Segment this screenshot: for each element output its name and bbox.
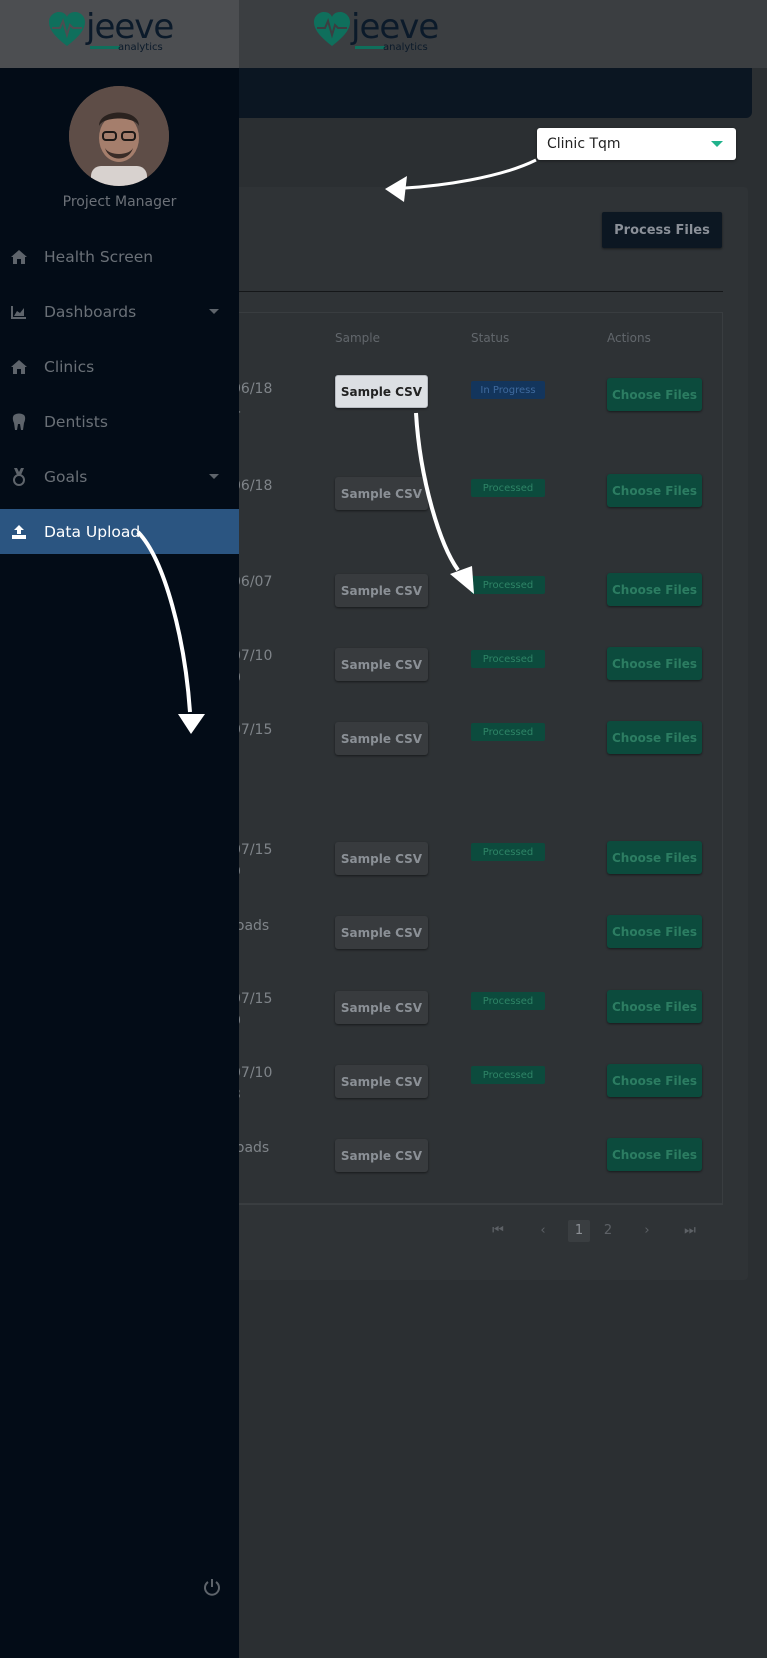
last-page-icon[interactable]: ⏭ xyxy=(682,1220,698,1242)
sample-csv-button[interactable]: Sample CSV xyxy=(335,648,428,681)
choose-files-button[interactable]: Choose Files xyxy=(607,990,702,1023)
logo-sub: analytics xyxy=(383,42,428,53)
sidebar-item-data-upload[interactable]: Data Upload xyxy=(0,509,239,554)
col-header-status: Status xyxy=(471,331,510,345)
choose-files-button[interactable]: Choose Files xyxy=(607,474,702,507)
col-header-sample: Sample xyxy=(335,331,380,345)
chevron-down-icon xyxy=(209,474,219,479)
user-avatar-icon xyxy=(69,86,169,186)
choose-files-button[interactable]: Choose Files xyxy=(607,915,702,948)
heart-logo-icon xyxy=(49,12,85,46)
sidebar-item-goals[interactable]: Goals xyxy=(0,455,239,499)
sample-csv-button[interactable]: Sample CSV xyxy=(335,991,428,1024)
status-badge: Processed xyxy=(471,723,545,741)
tooth-icon xyxy=(10,413,28,431)
sidebar-item-clinics[interactable]: Clinics xyxy=(0,345,239,389)
app-logo[interactable]: jeeve analytics xyxy=(313,7,439,53)
status-badge: In Progress xyxy=(471,381,545,399)
sidebar-item-dashboards[interactable]: Dashboards xyxy=(0,290,239,334)
choose-files-button[interactable]: Choose Files xyxy=(607,1064,702,1097)
sidebar: Project Manager Health Screen Dashboards… xyxy=(0,68,239,1658)
logo-bar xyxy=(355,46,385,49)
status-badge: Processed xyxy=(471,576,545,594)
home-icon xyxy=(10,358,28,376)
sidebar-item-label: Data Upload xyxy=(44,522,141,541)
status-badge: Processed xyxy=(471,992,545,1010)
user-role: Project Manager xyxy=(62,194,177,210)
sidebar-item-dentists[interactable]: Dentists xyxy=(0,400,239,444)
chart-icon xyxy=(10,303,28,321)
sample-csv-button[interactable]: Sample CSV xyxy=(335,477,428,510)
status-badge: Processed xyxy=(471,843,545,861)
home-icon xyxy=(10,248,28,266)
status-badge: Processed xyxy=(471,479,545,497)
next-page-icon[interactable]: › xyxy=(640,1220,654,1242)
sidebar-item-health-screen[interactable]: Health Screen xyxy=(0,235,239,279)
logo-bar xyxy=(90,46,120,49)
page-button-1[interactable]: 1 xyxy=(568,1220,590,1242)
choose-files-button[interactable]: Choose Files xyxy=(607,378,702,411)
sidebar-item-label: Dashboards xyxy=(44,303,137,321)
sample-csv-button[interactable]: Sample CSV xyxy=(335,842,428,875)
sample-csv-button[interactable]: Sample CSV xyxy=(335,1139,428,1172)
caret-down-icon xyxy=(711,141,723,147)
choose-files-button[interactable]: Choose Files xyxy=(607,841,702,874)
sidebar-item-label: Clinics xyxy=(44,358,95,376)
logo-word: jeeve xyxy=(86,7,174,47)
sample-csv-button[interactable]: Sample CSV xyxy=(335,574,428,607)
process-files-button[interactable]: Process Files xyxy=(602,212,722,248)
logo-word: jeeve xyxy=(351,7,439,47)
logo-sub: analytics xyxy=(118,42,163,53)
chevron-down-icon xyxy=(209,309,219,314)
sidebar-logo[interactable]: jeeve analytics xyxy=(48,7,174,53)
status-badge: Processed xyxy=(471,650,545,668)
prev-page-icon[interactable]: ‹ xyxy=(536,1220,550,1242)
sample-csv-button[interactable]: Sample CSV xyxy=(335,916,428,949)
sample-csv-button[interactable]: Sample CSV xyxy=(335,722,428,755)
avatar[interactable] xyxy=(69,86,169,186)
medal-icon xyxy=(10,468,28,486)
col-header-actions: Actions xyxy=(607,331,651,345)
first-page-icon[interactable]: ⏮ xyxy=(490,1220,506,1242)
power-icon[interactable] xyxy=(203,1578,221,1596)
clinic-select[interactable]: Clinic Tqm xyxy=(537,128,736,160)
status-badge: Processed xyxy=(471,1066,545,1084)
sample-csv-button[interactable]: Sample CSV xyxy=(335,375,428,408)
choose-files-button[interactable]: Choose Files xyxy=(607,573,702,606)
choose-files-button[interactable]: Choose Files xyxy=(607,721,702,754)
sidebar-item-label: Dentists xyxy=(44,413,108,431)
choose-files-button[interactable]: Choose Files xyxy=(607,1138,702,1171)
choose-files-button[interactable]: Choose Files xyxy=(607,647,702,680)
sidebar-item-label: Health Screen xyxy=(44,248,154,266)
clinic-select-value: Clinic Tqm xyxy=(547,136,621,152)
page-button-2[interactable]: 2 xyxy=(597,1220,619,1242)
sidebar-item-label: Goals xyxy=(44,468,88,486)
heart-logo-icon xyxy=(314,12,350,46)
upload-icon xyxy=(10,523,28,541)
sample-csv-button[interactable]: Sample CSV xyxy=(335,1065,428,1098)
card-divider xyxy=(225,291,723,292)
table-footer-divider xyxy=(225,1204,723,1205)
